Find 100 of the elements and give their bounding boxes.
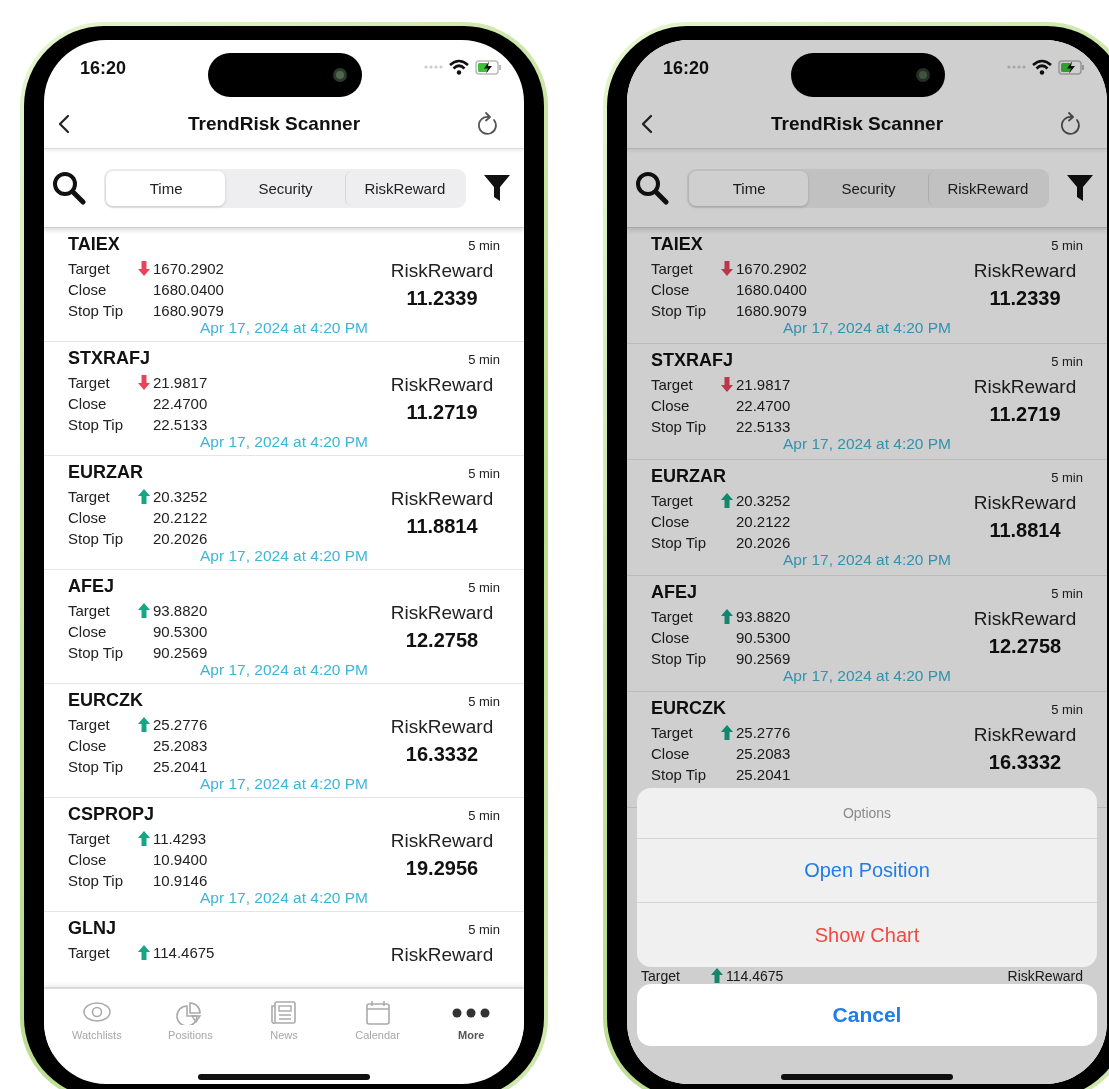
risk-reward-label: RiskReward xyxy=(973,492,1077,514)
tab-label: More xyxy=(458,1029,485,1041)
timestamp: Apr 17, 2024 at 4:20 PM xyxy=(782,435,952,453)
field-value: 20.2122 xyxy=(736,513,791,530)
risk-reward-label: RiskReward xyxy=(390,716,494,738)
refresh-icon[interactable] xyxy=(476,111,500,137)
timestamp: Apr 17, 2024 at 4:20 PM xyxy=(199,889,369,907)
interval-label: 5 min xyxy=(1051,586,1083,601)
field-value: 93.8820 xyxy=(736,608,791,625)
field-label: Stop Tip xyxy=(651,650,708,667)
field-label: Target xyxy=(641,967,681,984)
segment-tab[interactable]: Security xyxy=(808,170,928,206)
scan-row[interactable]: STXRAFJ 5 min Target 21.9817 Close 22.4700 Stop Tip 22.5133 RiskReward 11.2719 Apr 17, 2024 at 4:20 PM xyxy=(627,344,1107,460)
screen-title: TrendRisk Scanner xyxy=(187,113,361,135)
field-value: 20.2026 xyxy=(736,534,791,551)
risk-reward-value: 16.3332 xyxy=(405,743,479,766)
risk-reward-value: 11.8814 xyxy=(406,515,478,538)
field-label: Close xyxy=(651,745,691,762)
timestamp: Apr 17, 2024 at 4:20 PM xyxy=(782,551,952,569)
eye-icon xyxy=(82,1001,111,1025)
field-label: Target xyxy=(651,492,694,509)
tab-label: Positions xyxy=(168,1029,213,1041)
scan-row[interactable]: STXRAFJ 5 min Target 21.9817 Close 22.4700 Stop Tip 22.5133 RiskReward 11.2719 Apr 17, 2024 at 4:20 PM xyxy=(44,342,524,456)
filter-icon[interactable] xyxy=(1067,175,1093,201)
scan-row[interactable]: EURZAR 5 min Target 20.3252 Close 20.2122 Stop Tip 20.2026 RiskReward 11.8814 Apr 17, 2024 at 4:20 PM xyxy=(44,456,524,570)
symbol-name: EURZAR xyxy=(651,466,726,487)
field-value: 10.9400 xyxy=(153,851,208,868)
search-icon[interactable] xyxy=(52,171,86,205)
symbol-name: AFEJ xyxy=(651,582,697,603)
symbol-name: TAIEX xyxy=(68,234,120,255)
symbol-name: AFEJ xyxy=(68,576,114,597)
field-label: Close xyxy=(651,397,691,414)
timestamp: Apr 17, 2024 at 4:20 PM xyxy=(199,433,369,451)
field-label: Close xyxy=(68,281,108,298)
signal-icon xyxy=(424,64,443,70)
symbol-name: STXRAFJ xyxy=(68,348,150,369)
field-value: 25.2083 xyxy=(736,745,791,762)
scan-row[interactable]: EURCZK 5 min Target 25.2776 Close 25.2083 Stop Tip 25.2041 RiskReward 16.3332 Apr 17, 2024 at 4:20 PM xyxy=(44,684,524,798)
field-label: Stop Tip xyxy=(651,766,708,783)
refresh-icon[interactable] xyxy=(1059,111,1083,137)
scan-row[interactable]: TAIEX 5 min Target 1670.2902 Close 1680.0400 Stop Tip 1680.9079 RiskReward 11.2339 Apr 17, 2024 at 4:20 PM xyxy=(627,228,1107,344)
segment-tab[interactable]: Time xyxy=(106,170,226,206)
timestamp: Apr 17, 2024 at 4:20 PM xyxy=(199,319,369,337)
field-label: Stop Tip xyxy=(651,418,708,435)
interval-label: 5 min xyxy=(1051,238,1083,253)
symbol-name: STXRAFJ xyxy=(651,350,733,371)
risk-reward-value: 11.2719 xyxy=(989,403,1061,426)
tab-bar-item[interactable]: More xyxy=(424,989,518,1054)
field-value: 114.4675 xyxy=(726,967,784,984)
interval-label: 5 min xyxy=(1051,470,1083,485)
timestamp: Apr 17, 2024 at 4:20 PM xyxy=(199,661,369,679)
field-value: 90.2569 xyxy=(153,644,208,661)
scan-row[interactable]: CSPROPJ 5 min Target 11.4293 Close 10.9400 Stop Tip 10.9146 RiskReward 19.2956 Apr 17, 2024 at 4:20 PM xyxy=(44,798,524,912)
field-value: 22.4700 xyxy=(153,395,208,412)
scan-row[interactable]: AFEJ 5 min Target 93.8820 Close 90.5300 Stop Tip 90.2569 RiskReward 12.2758 Apr 17, 2024 at 4:20 PM xyxy=(627,576,1107,692)
risk-reward-label: RiskReward xyxy=(390,602,494,624)
scan-row[interactable]: TAIEX 5 min Target 1670.2902 Close 1680.0400 Stop Tip 1680.9079 RiskReward 11.2339 Apr 17, 2024 at 4:20 PM xyxy=(44,228,524,342)
symbol-name: EURCZK xyxy=(651,698,726,719)
field-label: Close xyxy=(68,509,108,526)
symbol-name: CSPROPJ xyxy=(68,804,155,825)
interval-label: 5 min xyxy=(468,922,500,937)
field-label: Target xyxy=(68,602,111,619)
segment-tab[interactable]: Time xyxy=(689,170,809,206)
risk-reward-label: RiskReward xyxy=(973,724,1077,746)
interval-label: 5 min xyxy=(1051,354,1083,369)
interval-label: 5 min xyxy=(468,694,500,709)
timestamp: Apr 17, 2024 at 4:20 PM xyxy=(782,667,952,685)
scan-row[interactable]: AFEJ 5 min Target 93.8820 Close 90.5300 Stop Tip 90.2569 RiskReward 12.2758 Apr 17, 2024 at 4:20 PM xyxy=(44,570,524,684)
field-label: Close xyxy=(68,623,108,640)
back-icon[interactable] xyxy=(58,114,72,134)
field-label: Stop Tip xyxy=(651,534,708,551)
field-label: Stop Tip xyxy=(651,302,708,319)
risk-reward-label: RiskReward xyxy=(390,488,494,510)
risk-reward-value: 11.8814 xyxy=(989,519,1061,542)
field-value: 90.5300 xyxy=(736,629,791,646)
field-label: Stop Tip xyxy=(68,530,125,547)
scan-row[interactable]: EURZAR 5 min Target 20.3252 Close 20.2122 Stop Tip 20.2026 RiskReward 11.8814 Apr 17, 2024 at 4:20 PM xyxy=(627,460,1107,576)
segment-tab[interactable]: Security xyxy=(225,170,345,206)
symbol-name: GLNJ xyxy=(68,918,116,939)
sheet-action[interactable]: Open Position xyxy=(637,839,1097,903)
field-value: 93.8820 xyxy=(153,602,208,619)
field-value: 25.2776 xyxy=(153,716,208,733)
segment-tab[interactable]: RiskReward xyxy=(927,170,1047,206)
back-icon[interactable] xyxy=(641,114,655,134)
field-label: Close xyxy=(651,281,691,298)
cancel-button[interactable]: Cancel xyxy=(637,984,1097,1046)
filter-icon[interactable] xyxy=(484,175,510,201)
tab-label: News xyxy=(270,1029,298,1041)
tab-label: Calendar xyxy=(355,1029,400,1041)
risk-reward-value: 16.3332 xyxy=(988,751,1062,774)
risk-reward-label: RiskReward xyxy=(973,376,1077,398)
field-value: 1680.9079 xyxy=(153,302,224,319)
segment-tab[interactable]: RiskReward xyxy=(344,170,464,206)
tab-label: Watchlists xyxy=(71,1029,122,1041)
risk-reward-value: 11.2339 xyxy=(406,287,478,310)
field-value: 25.2083 xyxy=(153,737,208,754)
field-label: Target xyxy=(651,608,694,625)
field-value: 1670.2902 xyxy=(736,260,807,277)
search-icon[interactable] xyxy=(635,171,669,205)
risk-reward-label: RiskReward xyxy=(1007,967,1083,984)
